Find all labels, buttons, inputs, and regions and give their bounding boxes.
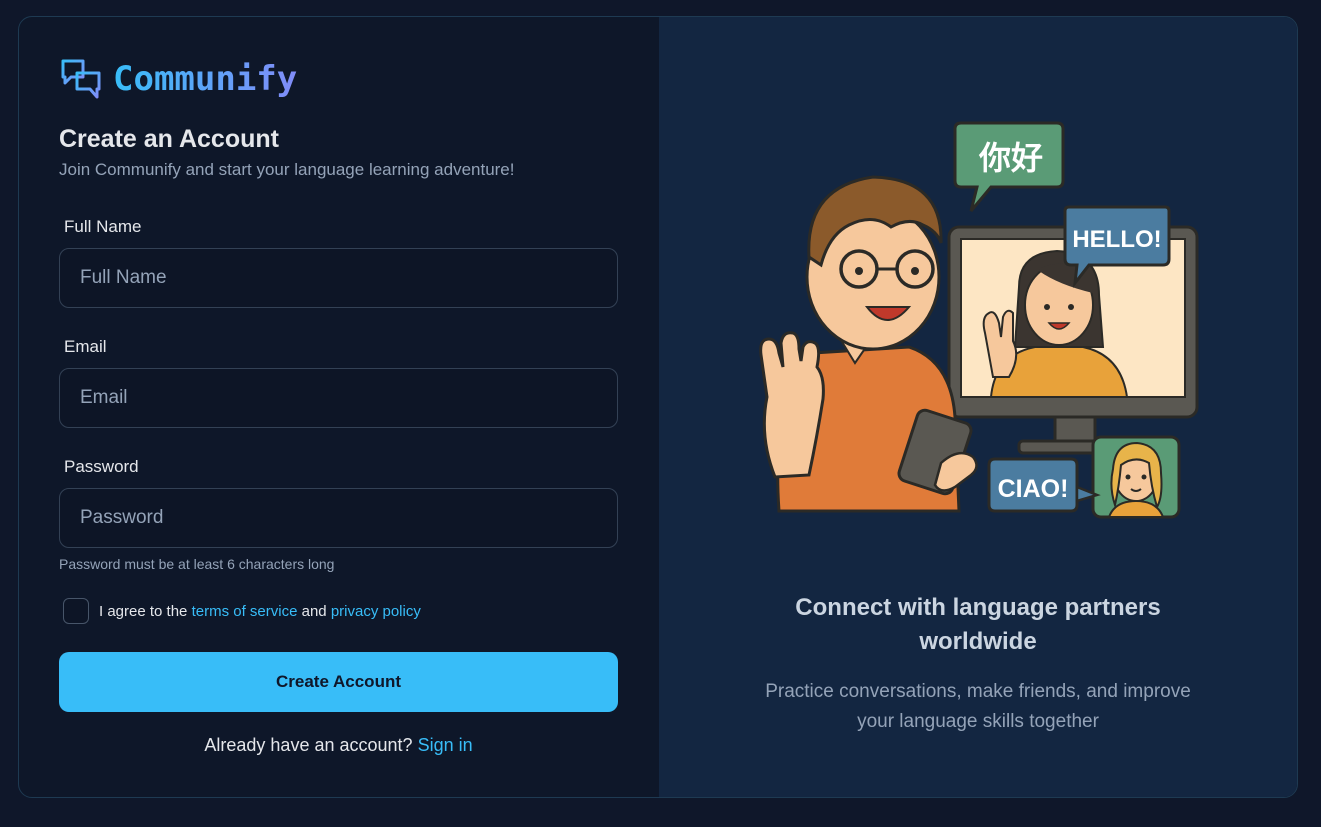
promo-tagline-line2: worldwide bbox=[919, 628, 1037, 655]
terms-checkbox[interactable] bbox=[63, 598, 89, 624]
promo-tagline-line1: Connect with language partners bbox=[795, 594, 1161, 621]
language-exchange-illustration: HELLO! 你好 CIAO! bbox=[759, 121, 1199, 519]
email-input[interactable] bbox=[59, 368, 618, 428]
signin-prompt: Already have an account? bbox=[204, 735, 413, 755]
signin-prompt-row: Already have an account? Sign in bbox=[59, 735, 618, 756]
promo-panel: HELLO! 你好 CIAO! Connect with language pa… bbox=[659, 17, 1297, 797]
agree-conjunction: and bbox=[301, 602, 327, 620]
promo-description-line2: your language skills together bbox=[857, 711, 1099, 732]
full-name-label: Full Name bbox=[64, 217, 142, 236]
password-hint: Password must be at least 6 characters l… bbox=[59, 556, 335, 572]
password-input[interactable] bbox=[59, 488, 618, 548]
girl-avatar bbox=[1091, 435, 1181, 519]
promo-description: Practice conversations, make friends, an… bbox=[659, 677, 1297, 737]
signup-card: Communify Create an Account Join Communi… bbox=[18, 16, 1298, 798]
ciao-bubble-text: CIAO! bbox=[998, 475, 1069, 503]
brand-logo[interactable]: Communify bbox=[59, 57, 619, 101]
promo-tagline: Connect with language partners worldwide bbox=[659, 591, 1297, 659]
create-account-button[interactable]: Create Account bbox=[59, 652, 618, 712]
agree-text: I agree to the terms of service and priv… bbox=[99, 603, 421, 620]
agree-prefix: I agree to the bbox=[99, 602, 188, 620]
page-title: Create an Account bbox=[59, 125, 279, 153]
ciao-speech-bubble: CIAO! bbox=[987, 457, 1101, 513]
promo-description-line1: Practice conversations, make friends, an… bbox=[765, 681, 1191, 702]
page-subtitle: Join Communify and start your language l… bbox=[59, 160, 515, 179]
signin-link[interactable]: Sign in bbox=[418, 735, 473, 755]
terms-of-service-link[interactable]: terms of service bbox=[192, 603, 298, 620]
chinese-bubble-text: 你好 bbox=[978, 139, 1043, 177]
terms-agreement: I agree to the terms of service and priv… bbox=[63, 598, 421, 624]
email-label: Email bbox=[64, 337, 107, 356]
privacy-policy-link[interactable]: privacy policy bbox=[331, 603, 421, 620]
full-name-input[interactable] bbox=[59, 248, 618, 308]
password-label: Password bbox=[64, 457, 139, 476]
chat-bubbles-icon bbox=[61, 59, 101, 99]
brand-name: Communify bbox=[113, 59, 298, 99]
hello-bubble-text: HELLO! bbox=[1072, 226, 1161, 253]
signup-form-panel: Communify Create an Account Join Communi… bbox=[19, 17, 659, 797]
chinese-speech-bubble: 你好 bbox=[953, 121, 1065, 212]
